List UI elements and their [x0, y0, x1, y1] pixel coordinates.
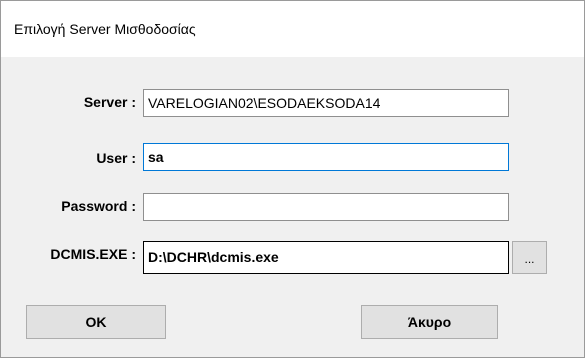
- user-label: User :: [96, 150, 136, 166]
- cancel-button[interactable]: Άκυρο: [361, 305, 498, 339]
- password-label: Password :: [61, 198, 136, 214]
- dcmis-label: DCMIS.EXE :: [50, 246, 136, 262]
- password-field[interactable]: [143, 193, 509, 221]
- browse-button[interactable]: ...: [512, 241, 547, 274]
- dcmis-path-field[interactable]: D:\DCHR\dcmis.exe: [143, 241, 509, 274]
- server-label: Server :: [83, 94, 136, 110]
- ok-button[interactable]: OK: [26, 305, 166, 339]
- user-field[interactable]: sa: [143, 143, 509, 171]
- window-title: Επιλογή Server Μισθοδοσίας: [14, 21, 196, 37]
- title-bar: Επιλογή Server Μισθοδοσίας: [1, 1, 584, 57]
- dialog-window: Επιλογή Server Μισθοδοσίας Server : VARE…: [0, 0, 585, 358]
- server-field[interactable]: VARELOGIAN02\ESODAEKSODA14: [143, 89, 509, 117]
